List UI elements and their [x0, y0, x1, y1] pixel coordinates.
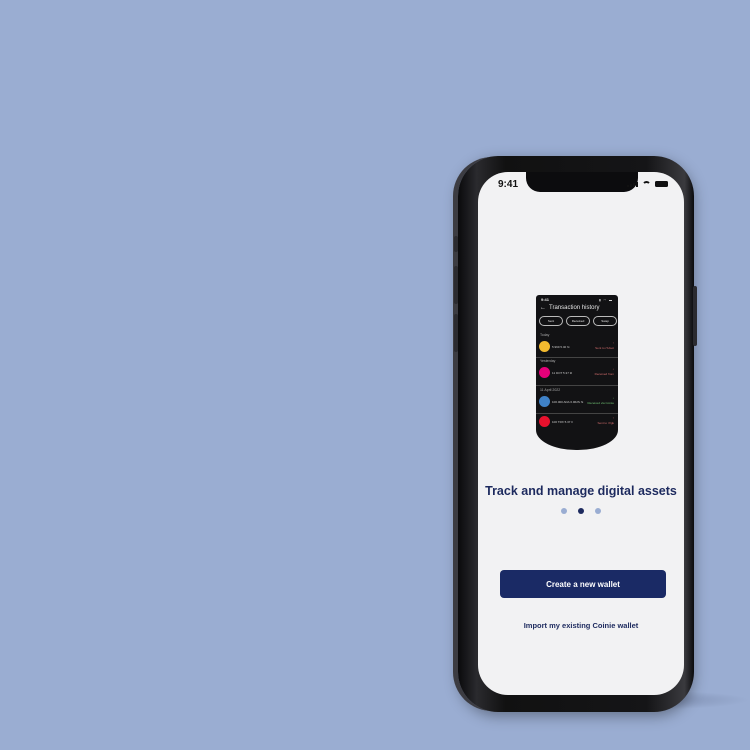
import-wallet-link[interactable]: Import my existing Coinie wallet: [478, 621, 684, 630]
onboarding-heading: Track and manage digital assets: [485, 484, 677, 498]
pagination-dots: [478, 508, 684, 514]
bnb-coin-icon: [539, 341, 550, 352]
status-time: 9:41: [498, 179, 519, 190]
transaction-amount: 5.999 5.40 ht: [552, 345, 570, 349]
section-yesterday: Yesterday: [540, 359, 556, 363]
transaction-amount: 11 DOT 5.37 tll: [552, 371, 572, 375]
battery-icon: [655, 181, 668, 187]
page-dot-3[interactable]: [595, 508, 601, 514]
create-wallet-button[interactable]: Create a new wallet: [500, 570, 666, 598]
transaction-status: ↓ Received via Coinie: [587, 396, 614, 405]
transaction-row: 11 DOT 5.37 tll ↓ Received from: [539, 367, 615, 381]
transaction-history-preview: 9:41 ▮ ◠ ▬ ← Transaction history Sent Re…: [536, 295, 618, 450]
preview-status-icons: ▮ ◠ ▬: [599, 298, 613, 302]
wifi-icon: [642, 181, 651, 187]
transaction-status: ↓ Received from: [594, 367, 614, 376]
transaction-status: ↑ Sent to rXgk: [597, 416, 614, 425]
transaction-status-text: Received via Coinie: [587, 401, 614, 405]
preview-time: 9:41: [541, 297, 550, 302]
phone-frame: 9:41 9:41 ▮ ◠ ▬ ← Transaction history Se…: [454, 156, 697, 712]
notch: [526, 172, 638, 192]
chip-received: Received: [566, 316, 590, 326]
preview-filter-chips: Sent Received Swap: [539, 316, 617, 326]
transaction-status-text: Sent to rXgk: [597, 421, 614, 425]
transaction-status-text: Sent to rSJsot: [595, 346, 614, 350]
transaction-status-text: Received from: [594, 372, 614, 376]
volume-down-button: [454, 314, 458, 352]
divider: [536, 413, 618, 414]
section-today: Today: [540, 333, 550, 337]
volume-up-button: [454, 266, 458, 304]
divider: [536, 385, 618, 386]
section-date: 11 April 2022: [540, 388, 561, 392]
mute-switch: [454, 236, 458, 252]
ada-coin-icon: [539, 396, 550, 407]
transaction-row: 5.999 5.40 ht ↑ Sent to rSJsot: [539, 341, 615, 355]
transaction-amount: 100 TRX 5.37 ll: [552, 420, 573, 424]
transaction-status: ↑ Sent to rSJsot: [595, 341, 614, 350]
transaction-row: 100.000 ADA 6.962S ht ↓ Received via Coin…: [539, 396, 615, 410]
transaction-row: 100 TRX 5.37 ll ↑ Sent to rXgk: [539, 416, 615, 430]
trx-coin-icon: [539, 416, 550, 427]
page-dot-1[interactable]: [561, 508, 567, 514]
transaction-amount: 100.000 ADA 6.962S ht: [552, 400, 584, 404]
preview-title-text: Transaction history: [549, 305, 600, 311]
preview-title: ← Transaction history: [540, 305, 599, 311]
signal-icon: [627, 182, 638, 187]
chip-sent: Sent: [539, 316, 563, 326]
power-button: [693, 286, 697, 346]
page-dot-2-active[interactable]: [578, 508, 584, 514]
dot-coin-icon: [539, 367, 550, 378]
back-arrow-icon: ←: [540, 305, 546, 311]
divider: [536, 357, 618, 358]
chip-swap: Swap: [593, 316, 617, 326]
status-icons: [627, 181, 668, 187]
phone-screen: 9:41 9:41 ▮ ◠ ▬ ← Transaction history Se…: [478, 172, 684, 695]
